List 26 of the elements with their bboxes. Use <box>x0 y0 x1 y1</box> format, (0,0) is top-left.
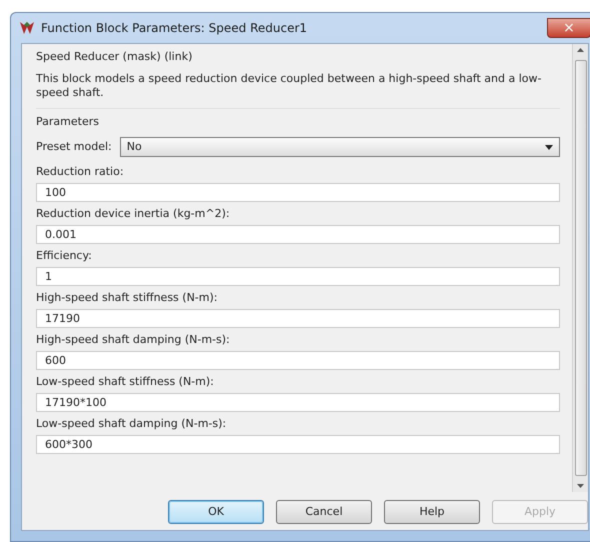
dropdown[interactable]: No <box>120 137 560 157</box>
dialog-button[interactable]: OK <box>168 500 264 524</box>
input-field[interactable]: 0.001 <box>36 225 560 244</box>
field-label: Reduction ratio: <box>36 165 125 179</box>
input-field[interactable]: 17190*100 <box>36 393 560 412</box>
field-label: High-speed shaft stiffness (N-m): <box>36 291 218 305</box>
section-label: Parameters <box>36 115 100 129</box>
field-label: High-speed shaft damping (N-m-s): <box>36 333 231 347</box>
window-title: Function Block Parameters: Speed Reducer1 <box>41 20 308 37</box>
input-field[interactable]: 17190 <box>36 309 560 328</box>
field-label: Low-speed shaft damping (N-m-s): <box>36 417 228 431</box>
input-field[interactable]: 600*300 <box>36 435 560 454</box>
input-field[interactable]: 600 <box>36 351 560 370</box>
dialog-button[interactable]: Cancel <box>276 500 372 524</box>
input-field[interactable]: 100 <box>36 183 560 202</box>
input-field[interactable]: 1 <box>36 267 560 286</box>
field-label: Low-speed shaft stiffness (N-m): <box>36 375 215 389</box>
field-label: Reduction device inertia (kg-m^2): <box>36 207 231 221</box>
block-header: Speed Reducer (mask) (link) <box>36 50 194 64</box>
app-icon <box>19 21 35 35</box>
block-description: This block models a speed reduction device coupled between a high-speed shaft and a low-speed shaft. <box>36 72 542 100</box>
scrollbar[interactable] <box>572 44 588 492</box>
field-label: Preset model: <box>36 138 112 155</box>
dialog-button[interactable]: Help <box>384 500 480 524</box>
field-label: Efficiency: <box>36 249 93 263</box>
scroll-thumb[interactable] <box>574 60 586 476</box>
